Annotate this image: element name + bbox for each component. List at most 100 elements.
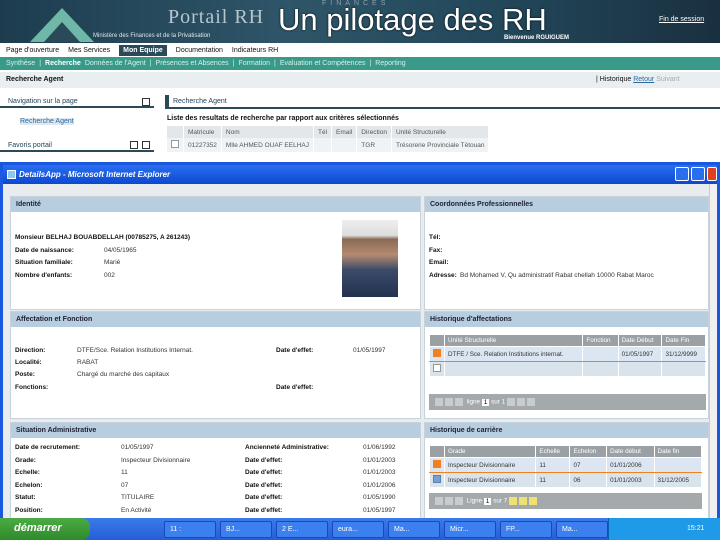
ministry-name: Ministère des Finances et de la Privatis… [93,33,211,39]
col-header[interactable]: Unité Structurelle [443,334,584,347]
row-selected-marker[interactable] [433,349,441,357]
subnav-evaluation[interactable]: Evaluation et Compétences [280,60,366,67]
cell: 01227352 [183,138,222,152]
maximize-icon[interactable] [142,141,150,149]
col-header[interactable]: Tél [313,126,333,138]
taskbar-item[interactable]: Micr... [444,520,496,538]
row-marker[interactable] [433,475,441,483]
subnav-synthese[interactable]: Synthèse [6,60,35,67]
last-page-icon[interactable] [526,398,535,406]
nav-indicateurs[interactable]: Indicateurs RH [232,47,278,54]
minimize-icon[interactable] [142,98,150,106]
pager-input[interactable]: 1 [481,398,490,406]
field-label: Ancienneté Administrative: [245,444,329,451]
scrollbar[interactable] [709,184,717,518]
taskbar-item[interactable]: BJ... [220,520,272,538]
table-row[interactable]: Inspecteur Divisionnaire 11 06 01/01/200… [429,472,703,488]
col-header[interactable]: Direction [356,126,392,138]
back-link[interactable]: Retour [633,76,654,83]
col-header[interactable]: Unité Structurelle [391,126,490,138]
col-header[interactable]: Email [331,126,358,138]
field-value: 01/05/1997 [353,347,386,354]
next-page-icon[interactable] [518,497,527,505]
nav-documentation[interactable]: Documentation [176,47,223,54]
first-page-icon[interactable] [435,398,443,406]
table-row[interactable]: DTFE / Sce. Relation Institutions intern… [429,346,706,362]
nav-mon-equipe[interactable]: Mon Equipe [119,44,167,56]
logout-link[interactable]: Fin de session [659,16,704,23]
search-section: Recherche Agent Liste des resultats de r… [165,95,720,162]
portal-logo-inner [44,22,80,42]
agent-photo [342,220,398,297]
col-header[interactable]: Echelon [569,445,608,458]
history-label[interactable]: | Historique [596,76,631,83]
close-button[interactable] [707,167,717,181]
next-page-icon[interactable] [516,398,525,406]
field-value: Chargé du marché des capitaux [77,371,170,378]
taskbar-item[interactable]: 11 : [164,520,216,538]
cell [313,138,333,152]
maximize-button[interactable] [691,167,705,181]
field-label: Date d'effet: [245,456,283,464]
prev-page-icon[interactable] [445,497,453,505]
results-title: Liste des resultats de recherche par rap… [167,115,399,122]
taskbar-item[interactable]: 2 E... [276,520,328,538]
field-label: Localité: [15,359,42,366]
up-icon[interactable] [455,398,463,406]
field-label: Nombre d'enfants: [15,272,73,279]
last-page-icon[interactable] [528,497,537,505]
col-header[interactable]: Date Fin [661,334,706,347]
table-row[interactable]: Inspecteur Divisionnaire 11 07 01/01/200… [429,457,703,473]
fax-label: Fax: [429,247,443,254]
row-marker[interactable] [433,364,441,372]
pager-total: sur 1 [491,398,506,406]
taskbar-item[interactable]: Ma... [556,520,608,538]
first-page-icon[interactable] [435,497,443,505]
menu-icon[interactable] [130,141,138,149]
col-header[interactable]: Grade [443,445,537,458]
down-icon[interactable] [508,497,517,505]
nav-page-ouverture[interactable]: Page d'ouverture [6,47,59,54]
row-selected-marker[interactable] [433,460,441,468]
panel-header: Historique d'affectations [425,312,708,327]
row-checkbox[interactable] [171,140,179,148]
up-icon[interactable] [455,497,463,505]
col-header[interactable]: Date début [606,445,655,458]
pager-label: ligne [466,398,481,406]
subnav-recherche[interactable]: Recherche [45,60,81,67]
down-icon[interactable] [506,398,515,406]
next-link[interactable]: Suivant [656,76,679,83]
pager-input[interactable]: 1 [483,497,492,505]
table-row[interactable] [429,361,706,377]
taskbar-item[interactable]: Ma... [388,520,440,538]
subnav-presences[interactable]: Présences et Absences [156,60,229,67]
taskbar: démarrer 11 : BJ... 2 E... eura... Ma...… [0,518,720,540]
subnav-reporting[interactable]: Reporting [375,60,405,67]
start-button[interactable]: démarrer [0,518,90,540]
minimize-button[interactable] [675,167,689,181]
col-header[interactable]: Echelle [535,445,571,458]
field-label: Position: [15,506,43,514]
col-header[interactable]: Matricule [183,126,222,138]
pager: Ligne 1 sur 7 [429,493,702,509]
cell: DTFE / Sce. Relation Institutions intern… [443,346,584,362]
panel-header: Identité [11,197,420,212]
field-label: Date d'effet: [245,481,283,489]
field-label: Poste: [15,371,35,378]
table-row[interactable]: 01227352 Mlle AHMED OUAF EELHAJ TGR Trés… [167,138,490,152]
col-header[interactable]: Date Début [617,334,663,347]
col-header[interactable]: Fonction [582,334,619,347]
col-header[interactable]: Date fin [653,445,703,458]
taskbar-item[interactable]: eura... [332,520,384,538]
nav-mes-services[interactable]: Mes Services [68,47,110,54]
col-header[interactable]: Nom [221,126,315,138]
subnav-sep: | [149,60,152,67]
subnav-donnees[interactable]: Données de l'Agent [85,60,146,67]
nav-item-recherche-agent[interactable]: Recherche Agent [20,118,74,125]
prev-page-icon[interactable] [445,398,453,406]
subnav-formation[interactable]: Formation [239,60,271,67]
cell: Inspecteur Divisionnaire [443,457,537,473]
field-value: Inspecteur Divisionnaire [121,456,191,464]
cell: Inspecteur Divisionnaire [443,472,537,488]
taskbar-item[interactable]: FP... [500,520,552,538]
